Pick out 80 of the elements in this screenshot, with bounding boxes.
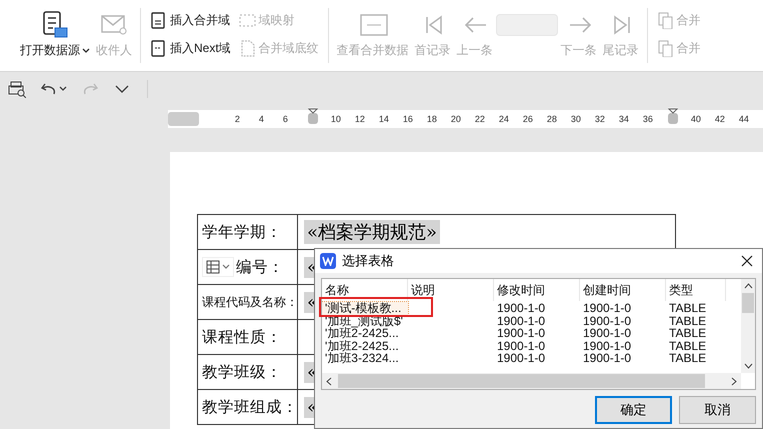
table-cell-text: 1900-1-0 xyxy=(582,352,632,364)
column-header[interactable]: 说明 xyxy=(408,279,494,301)
table-cell-text: 1900-1-0 xyxy=(582,302,632,314)
column-header[interactable]: 创建时间 xyxy=(580,279,666,301)
data-source-icon xyxy=(40,10,70,40)
ruler-number: 26 xyxy=(522,114,534,124)
chevron-left-icon xyxy=(326,376,332,386)
list-item[interactable]: '加班3-2324... xyxy=(322,352,408,364)
label-text: 课程代码及名称： xyxy=(202,294,298,310)
ok-button[interactable]: 确定 xyxy=(595,396,672,424)
ruler-number: 4 xyxy=(258,114,265,124)
dashed-box-icon xyxy=(238,12,256,29)
ruler-number: 42 xyxy=(714,114,726,124)
caret-icon xyxy=(59,85,67,93)
table-field-icon xyxy=(150,12,167,29)
horizontal-scrollbar[interactable] xyxy=(322,373,741,389)
chevron-up-icon xyxy=(744,283,752,289)
ruler-number: 18 xyxy=(426,114,438,124)
table-cell-text: 1900-1-0 xyxy=(582,327,632,340)
table-cell-text: TABLE xyxy=(668,302,708,314)
table-cell-text: TABLE xyxy=(668,352,708,364)
table-cell-text: 1900-1-0 xyxy=(582,314,632,327)
table-cell-text: 1900-1-0 xyxy=(582,340,632,352)
list-item[interactable]: '加班2-2425... xyxy=(322,327,408,340)
ruler-number: 32 xyxy=(594,114,606,124)
table-cell-text: TABLE xyxy=(668,314,708,327)
ruler-number: 44 xyxy=(738,114,750,124)
list-item[interactable]: '加班2-2425... xyxy=(322,340,408,352)
scroll-thumb[interactable] xyxy=(338,374,705,388)
table-icon xyxy=(206,260,220,274)
ruler-number: 16 xyxy=(402,114,414,124)
dialog-title: 选择表格 xyxy=(342,252,395,270)
scroll-thumb[interactable] xyxy=(742,293,754,313)
label-text: 学年学期： xyxy=(202,222,282,242)
ruler-number: 40 xyxy=(690,114,702,124)
ruler-number: 14 xyxy=(378,114,390,124)
copy-page-icon xyxy=(656,40,674,57)
table-cell-text: 1900-1-0 xyxy=(496,327,546,340)
ruler-number: 2 xyxy=(234,114,241,124)
print-preview-icon xyxy=(8,80,26,98)
ruler-number: 20 xyxy=(450,114,462,124)
toolbar-button[interactable]: 打开数据源 xyxy=(17,0,93,71)
table-cell-text: 1900-1-0 xyxy=(496,302,546,314)
table-tool-widget[interactable] xyxy=(202,257,234,277)
table-cell-text: 1900-1-0 xyxy=(496,340,546,352)
dashed-field-icon xyxy=(150,40,167,57)
caret-icon xyxy=(82,46,90,54)
table-cell-text: 1900-1-0 xyxy=(496,314,546,327)
ruler-number: 12 xyxy=(354,114,366,124)
ruler-number: 10 xyxy=(330,114,342,124)
label-text: 编号： xyxy=(236,256,284,278)
ruler-number: 34 xyxy=(618,114,630,124)
table-cell-text: 1900-1-0 xyxy=(496,352,546,364)
chevron-right-icon xyxy=(731,376,737,386)
ruler-number: 24 xyxy=(498,114,510,124)
caret-icon xyxy=(222,263,230,271)
ruler-number: 22 xyxy=(474,114,486,124)
merge-field: «档案学期规范» xyxy=(304,220,440,244)
ruler-number: 36 xyxy=(642,114,654,124)
dotted-page-icon xyxy=(238,40,256,57)
ruler-number: 30 xyxy=(570,114,582,124)
table-cell-text: TABLE xyxy=(668,327,708,340)
label-text: 课程性质： xyxy=(202,326,282,348)
w-letter-icon xyxy=(322,256,334,266)
label-text: 教学班组成： xyxy=(202,396,298,418)
vertical-scrollbar[interactable] xyxy=(741,279,755,373)
ruler-number: 28 xyxy=(546,114,558,124)
toolbar-button[interactable]: 插入Next域 xyxy=(148,38,233,59)
close-icon xyxy=(741,255,753,267)
toolbar-button[interactable]: 插入合并域 xyxy=(148,10,233,31)
cancel-button[interactable]: 取消 xyxy=(679,396,756,424)
copy-page-icon xyxy=(656,12,674,29)
table-cell-text: TABLE xyxy=(668,340,708,352)
column-header[interactable]: 类型 xyxy=(666,279,726,301)
ruler-margin[interactable] xyxy=(168,112,199,126)
column-header[interactable]: 修改时间 xyxy=(494,279,580,301)
label-text: 教学班级： xyxy=(202,362,282,382)
ruler-number: 6 xyxy=(282,114,289,124)
chevron-down-icon xyxy=(744,363,752,369)
list-item[interactable]: '测试-模板教... xyxy=(322,302,408,314)
